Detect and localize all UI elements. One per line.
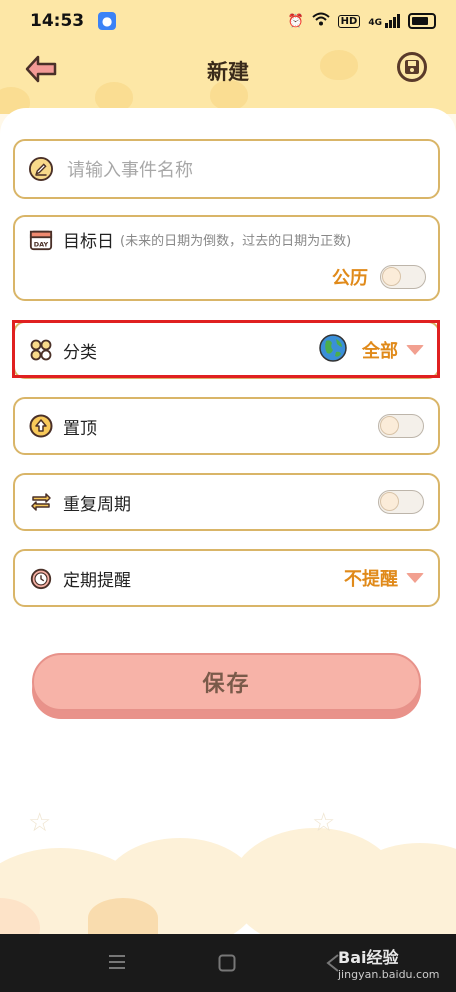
- pin-up-icon: [29, 414, 53, 438]
- pin-top-toggle[interactable]: [378, 414, 424, 438]
- battery-icon: [408, 13, 436, 29]
- pin-top-label: 置顶: [63, 418, 97, 439]
- lunar-solar-toggle[interactable]: [380, 265, 426, 289]
- repeat-label: 重复周期: [63, 494, 131, 515]
- duck-silhouette: [88, 898, 158, 934]
- hd-icon: HD: [337, 14, 361, 28]
- save-button[interactable]: 保存: [32, 653, 421, 711]
- star-decoration: ☆: [28, 808, 52, 838]
- reminder-label: 定期提醒: [63, 570, 131, 591]
- watermark-url: jingyan.baidu.com: [338, 968, 440, 981]
- home-icon[interactable]: [218, 954, 236, 976]
- watermark: Bai经验 jingyan.baidu.com: [338, 944, 440, 981]
- floppy-disk-icon: [405, 60, 419, 74]
- calendar-type-label: 公历: [332, 268, 368, 289]
- status-time: 14:53: [30, 11, 85, 31]
- alarm-icon: ⏰: [287, 13, 304, 29]
- save-icon-button[interactable]: [397, 52, 427, 82]
- highlight-box: [12, 320, 440, 378]
- page-title: 新建: [207, 60, 249, 84]
- calendar-day-icon: DAY: [29, 228, 53, 252]
- alarm-clock-icon: [29, 566, 53, 590]
- repeat-icon: [29, 490, 53, 514]
- event-name-placeholder: 请输入事件名称: [67, 160, 193, 181]
- target-date-card[interactable]: DAY 目标日 (未来的日期为倒数，过去的日期为正数) 公历: [13, 215, 440, 301]
- system-nav-bar: Bai经验 jingyan.baidu.com: [0, 934, 456, 992]
- chevron-down-icon: [406, 573, 424, 583]
- status-bar: 14:53 ● ⏰ HD 4G: [0, 0, 456, 42]
- star-decoration: ☆: [312, 808, 336, 838]
- pencil-icon: [29, 157, 53, 181]
- signal-icon: 4G: [368, 14, 400, 28]
- form-sheet: 请输入事件名称 DAY 目标日 (未来的日期为倒数，过去的日期为正数) 公历 分…: [0, 108, 456, 934]
- repeat-toggle[interactable]: [378, 490, 424, 514]
- target-date-hint: (未来的日期为倒数，过去的日期为正数): [120, 234, 352, 249]
- status-icons: ⏰ HD 4G: [287, 12, 436, 30]
- reminder-row[interactable]: 定期提醒 不提醒: [13, 549, 440, 607]
- svg-text:DAY: DAY: [34, 240, 49, 248]
- watermark-brand: Bai经验: [338, 948, 399, 967]
- repeat-row[interactable]: 重复周期: [13, 473, 440, 531]
- top-bar: 新建: [0, 42, 456, 114]
- reminder-value: 不提醒: [344, 569, 398, 590]
- target-date-label: 目标日: [63, 232, 114, 252]
- save-button-wrap: 保存: [32, 653, 421, 719]
- pin-top-row[interactable]: 置顶: [13, 397, 440, 455]
- event-name-field[interactable]: 请输入事件名称: [13, 139, 440, 199]
- wifi-icon: [312, 12, 330, 30]
- menu-icon[interactable]: [108, 954, 126, 974]
- baidu-paw-icon: ●: [98, 12, 117, 30]
- network-type: 4G: [368, 18, 382, 28]
